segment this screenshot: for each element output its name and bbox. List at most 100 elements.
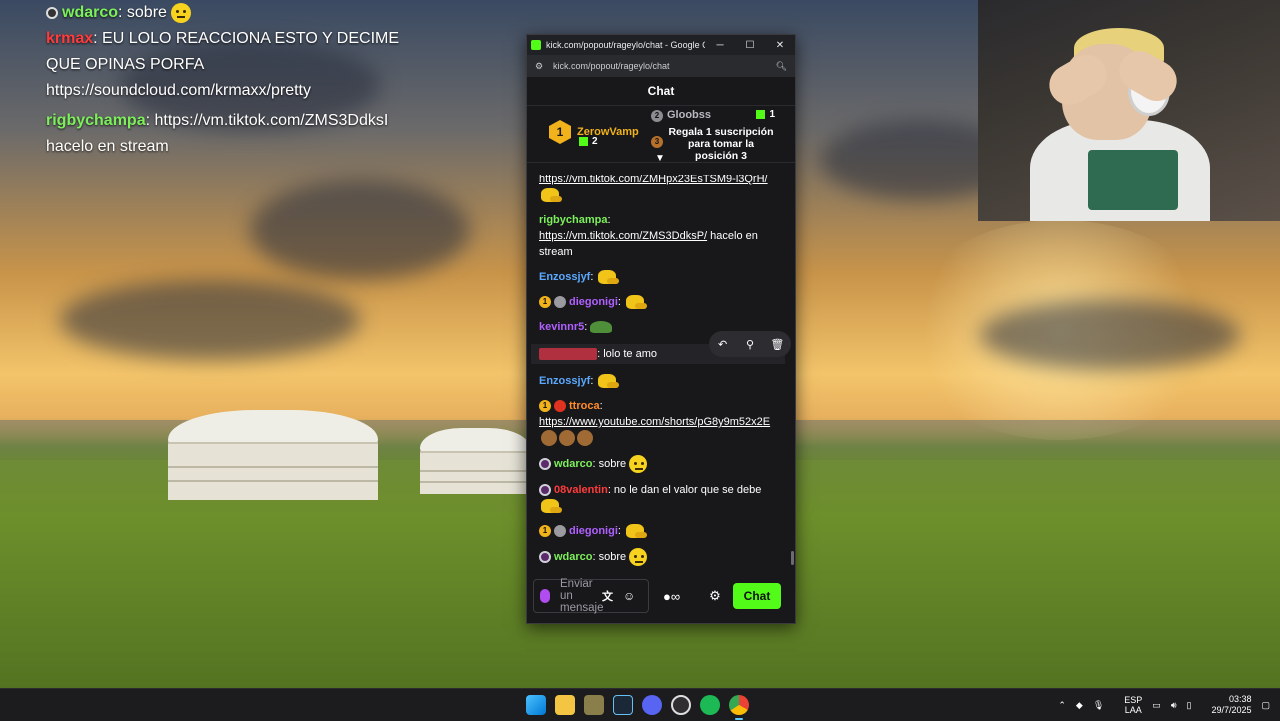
chevron-up-icon[interactable]: ⌃ bbox=[1058, 700, 1066, 711]
emote-icon bbox=[626, 524, 648, 539]
message-mod-tools: ↶ ⚲ 🗑 bbox=[709, 331, 791, 357]
discord-icon[interactable] bbox=[642, 695, 662, 715]
chat-message: Enzossjyf: bbox=[539, 269, 777, 285]
message-username[interactable]: diegonigi bbox=[569, 296, 618, 308]
stream-chat-overlay: wdarco: sobre krmax: EU LOLO REACCIONA E… bbox=[46, 0, 426, 160]
notifications-icon[interactable]: ▢ bbox=[1261, 700, 1270, 711]
leaderboard-first[interactable]: 1 ZerowVamp 2 bbox=[549, 120, 639, 147]
chat-message: 08valentin: no le dan el valor que se de… bbox=[539, 482, 777, 514]
minimize-button[interactable]: ─ bbox=[705, 40, 735, 51]
defender-icon[interactable]: ◆ bbox=[1076, 700, 1083, 711]
overlay-text: : https://vm.tiktok.com/ZMS3DdksI bbox=[145, 112, 389, 129]
battery-icon[interactable]: ▯ bbox=[1186, 700, 1191, 711]
chat-settings-icon[interactable]: ⚙ bbox=[705, 588, 725, 604]
obs-icon[interactable] bbox=[671, 695, 691, 715]
neutral-face-emoji-icon bbox=[629, 455, 648, 474]
message-username[interactable]: kevinnr5 bbox=[539, 321, 584, 333]
zoom-icon[interactable]: 🔍︎ bbox=[775, 61, 787, 72]
sub-badge-icon bbox=[46, 6, 58, 19]
yurt bbox=[420, 428, 530, 494]
rank-2-icon: 2 bbox=[651, 110, 663, 122]
emote-icon bbox=[626, 295, 648, 310]
overlay-text: : sobre bbox=[118, 4, 167, 21]
message-text: : no le dan el valor que se debe bbox=[607, 484, 762, 497]
send-chat-button[interactable]: Chat bbox=[733, 583, 781, 609]
collapse-leaderboard-icon[interactable]: ▼ bbox=[655, 154, 667, 164]
leaderboard-third[interactable]: 3 Regala 1 suscripción para tomar la pos… bbox=[651, 126, 791, 162]
chat-message: 1 diegonigi: bbox=[539, 294, 777, 310]
start-windows-icon[interactable] bbox=[526, 695, 546, 715]
delete-icon[interactable]: 🗑 bbox=[767, 338, 787, 351]
message-link[interactable]: https://vm.tiktok.com/ZMHpx23EsTSM9-l3Qr… bbox=[539, 175, 768, 185]
maximize-button[interactable]: ☐ bbox=[735, 40, 765, 51]
message-input[interactable]: Enviar un mensaje 文 ☺ bbox=[533, 578, 649, 614]
game-app-icon[interactable] bbox=[584, 695, 604, 715]
emote-icon bbox=[541, 188, 562, 203]
message-username[interactable]: rigbychampa bbox=[539, 214, 607, 226]
face-emote-icon bbox=[541, 430, 557, 447]
yurt bbox=[168, 410, 378, 500]
overlay-username: rigbychampa bbox=[46, 112, 146, 129]
network-icon[interactable]: ▭ bbox=[1152, 700, 1161, 711]
message-username[interactable]: diegonigi bbox=[569, 525, 618, 537]
gifter-badge-icon bbox=[554, 400, 566, 413]
message-username[interactable]: Enzossjyf bbox=[539, 271, 590, 283]
message-link[interactable]: https://www.youtube.com/shorts/pG8y9m52x… bbox=[539, 416, 770, 428]
chat-title: Chat bbox=[527, 77, 795, 106]
leaderboard-second[interactable]: 2 Gloobss 1 bbox=[651, 109, 791, 122]
message-username[interactable]: wdarco bbox=[554, 551, 593, 563]
chat-message: 1 ttroca: https://www.youtube.com/shorts/… bbox=[539, 398, 777, 447]
message-username[interactable]: Enzossjyf bbox=[539, 375, 590, 387]
file-explorer-icon[interactable] bbox=[555, 695, 575, 715]
steam-icon[interactable] bbox=[613, 695, 633, 715]
chat-message: wdarco: sobre bbox=[539, 455, 777, 474]
spotify-icon[interactable] bbox=[700, 695, 720, 715]
emoji-picker-icon[interactable]: ☺ bbox=[623, 589, 635, 603]
system-tray: ⌃ ◆ 🎙︎ ESP LAA ▭ 🔊︎ ▯ 03:38 29/7/2025 ▢ bbox=[1048, 691, 1270, 719]
microphone-icon[interactable] bbox=[540, 589, 550, 603]
chat-message: rigbychampa: https://vm.tiktok.com/ZMS3D… bbox=[539, 214, 758, 258]
pepe-emote-icon bbox=[590, 321, 613, 334]
overlay-text: : EU LOLO REACCIONA ESTO Y DECIME bbox=[93, 30, 400, 47]
volume-icon[interactable]: 🔊︎ bbox=[1171, 700, 1177, 711]
windows-taskbar: ⌃ ◆ 🎙︎ ESP LAA ▭ 🔊︎ ▯ 03:38 29/7/2025 ▢ bbox=[0, 688, 1280, 721]
pin-icon[interactable]: ⚲ bbox=[740, 338, 760, 351]
face-emote-icon bbox=[559, 430, 575, 447]
kick-points-icon[interactable]: ●∞ bbox=[663, 589, 697, 604]
neutral-face-emoji-icon bbox=[171, 2, 192, 23]
message-username[interactable]: pechulukm bbox=[539, 348, 598, 360]
language-indicator[interactable]: ESP LAA bbox=[1114, 695, 1142, 715]
message-text: : sobre bbox=[592, 551, 627, 563]
overlay-username: krmax bbox=[46, 30, 94, 47]
chat-message: 1 diegonigi: bbox=[539, 523, 777, 539]
leaderboard-username: Gloobss bbox=[667, 109, 712, 121]
emote-icon bbox=[598, 374, 620, 389]
message-username[interactable]: wdarco bbox=[554, 458, 593, 470]
message-username[interactable]: 08valentin bbox=[554, 484, 608, 496]
chat-messages[interactable]: https://vm.tiktok.com/ZMHpx23EsTSM9-l3Qr… bbox=[527, 175, 787, 577]
gift-leaderboard: 1 ZerowVamp 2 2 Gloobss 1 3 Regala 1 susc… bbox=[527, 106, 795, 164]
site-settings-icon[interactable]: ⚙ bbox=[535, 61, 547, 72]
neutral-face-emoji-icon bbox=[629, 548, 648, 567]
clock[interactable]: 03:38 29/7/2025 bbox=[1201, 694, 1251, 716]
subscriber-badge-icon: 1 bbox=[539, 400, 551, 413]
leaderboard-count: 2 bbox=[579, 136, 598, 147]
message-text: : sobre bbox=[592, 458, 627, 470]
undo-icon[interactable]: ↶ bbox=[713, 338, 733, 351]
window-titlebar: kick.com/popout/rageylo/chat - Google Ch… bbox=[527, 35, 795, 55]
chat-composer: Enviar un mensaje 文 ☺ ●∞ ⚙ Chat bbox=[533, 577, 789, 615]
subscriber-badge-icon: 1 bbox=[539, 525, 551, 538]
cloud bbox=[60, 280, 360, 360]
gifter-badge-icon bbox=[554, 296, 566, 309]
microphone-icon[interactable]: 🎙︎ bbox=[1093, 700, 1104, 711]
message-username[interactable]: ttroca bbox=[569, 400, 600, 412]
chat-scrollbar[interactable] bbox=[791, 551, 794, 565]
message-link[interactable]: https://vm.tiktok.com/ZMS3DdksP/ bbox=[539, 230, 707, 242]
translate-icon[interactable]: 文 bbox=[602, 588, 613, 604]
close-button[interactable]: ✕ bbox=[765, 40, 795, 51]
chrome-icon[interactable] bbox=[729, 695, 749, 720]
address-bar[interactable]: ⚙ kick.com/popout/rageylo/chat 🔍︎ bbox=[527, 55, 795, 77]
overlay-line: krmax: EU LOLO REACCIONA ESTO Y DECIME bbox=[46, 26, 426, 52]
overlay-username: wdarco bbox=[62, 4, 119, 21]
message-text: : lolo te amo bbox=[597, 348, 657, 360]
